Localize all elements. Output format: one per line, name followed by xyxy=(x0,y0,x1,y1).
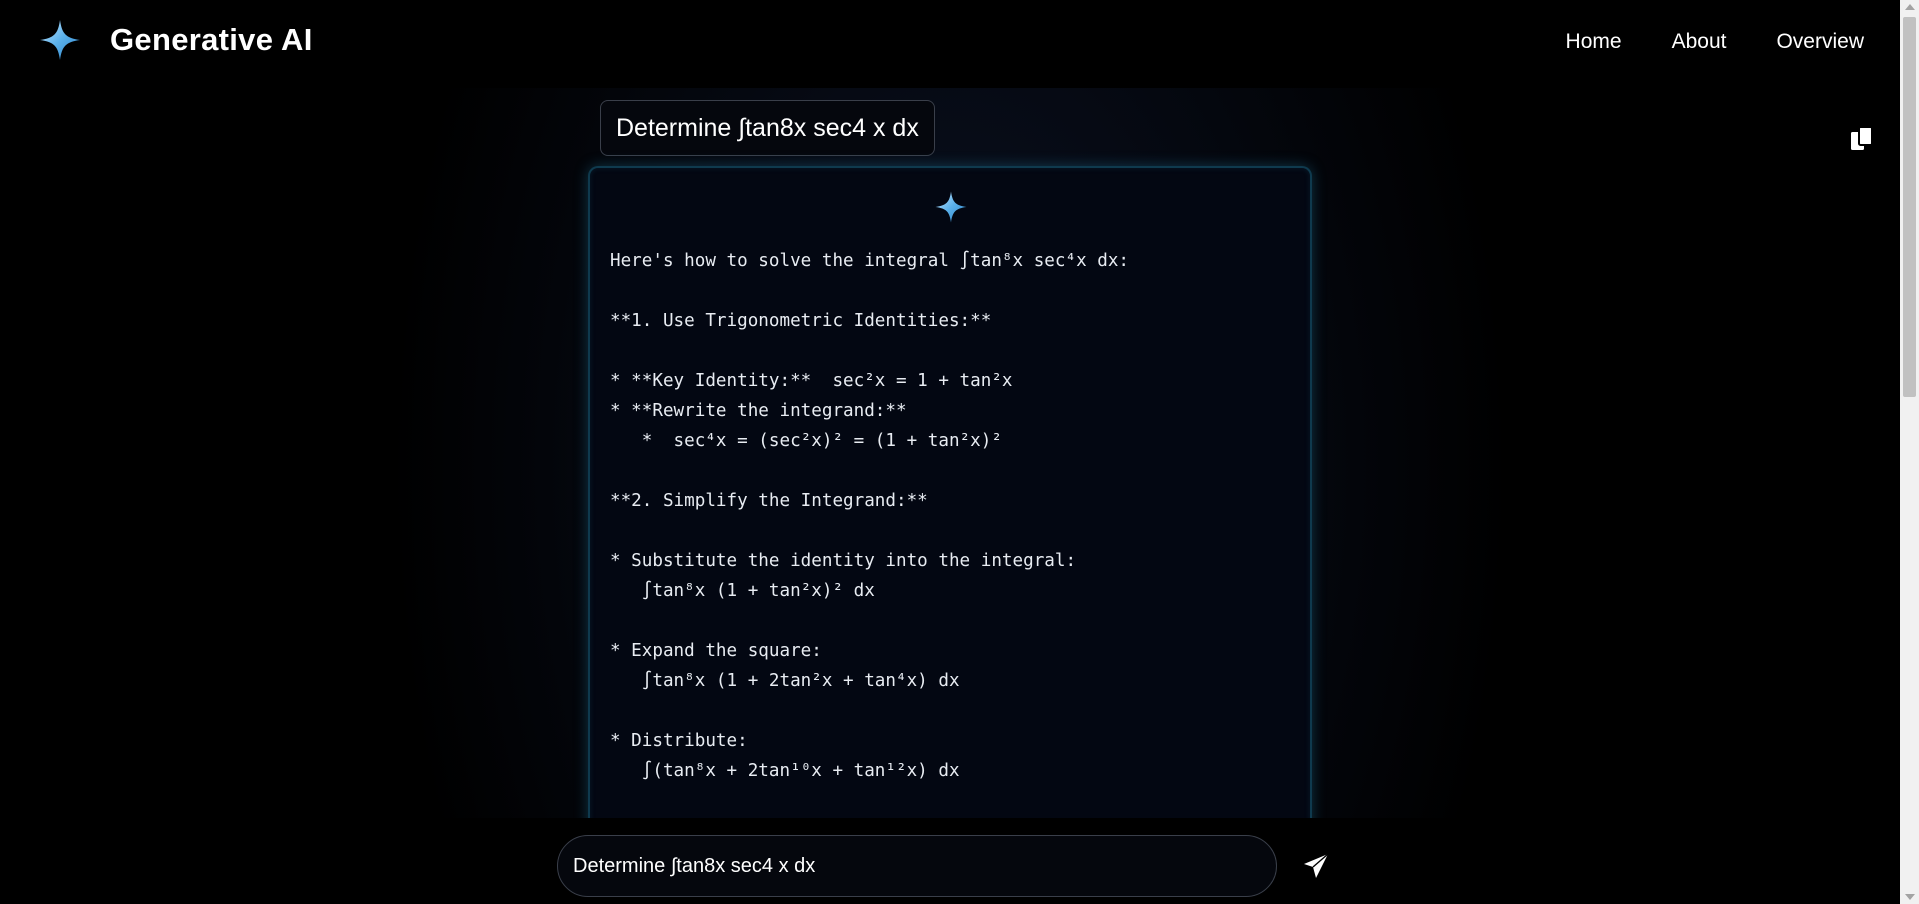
scrollbar-thumb[interactable] xyxy=(1903,17,1916,397)
top-navbar: Generative AI Home About Overview xyxy=(0,0,1900,88)
page-scrollbar[interactable] xyxy=(1900,0,1919,904)
chat-input-bar xyxy=(0,818,1900,904)
copy-icon[interactable] xyxy=(1850,126,1874,152)
user-query-text: Determine ∫tan8x sec4 x dx xyxy=(616,113,919,142)
nav-home-link[interactable]: Home xyxy=(1566,30,1622,54)
scroll-down-arrow-icon[interactable] xyxy=(1905,894,1915,900)
scroll-up-arrow-icon[interactable] xyxy=(1905,4,1915,10)
ai-response-text: Here's how to solve the integral ∫tan⁸x … xyxy=(610,251,1130,781)
nav-overview-link[interactable]: Overview xyxy=(1776,30,1864,54)
chat-input-field[interactable] xyxy=(557,835,1277,897)
sparkle-icon xyxy=(935,191,967,223)
brand[interactable]: Generative AI xyxy=(38,18,313,62)
user-query-bubble: Determine ∫tan8x sec4 x dx xyxy=(600,100,935,156)
sparkle-icon xyxy=(40,20,80,60)
send-icon[interactable] xyxy=(1302,852,1330,880)
brand-title: Generative AI xyxy=(110,22,313,57)
main-nav: Home About Overview xyxy=(1566,30,1864,54)
nav-about-link[interactable]: About xyxy=(1672,30,1727,54)
chat-area[interactable]: Determine ∫tan8x sec4 x dx Here's how to… xyxy=(0,88,1900,818)
ai-response-card: Here's how to solve the integral ∫tan⁸x … xyxy=(588,166,1312,818)
